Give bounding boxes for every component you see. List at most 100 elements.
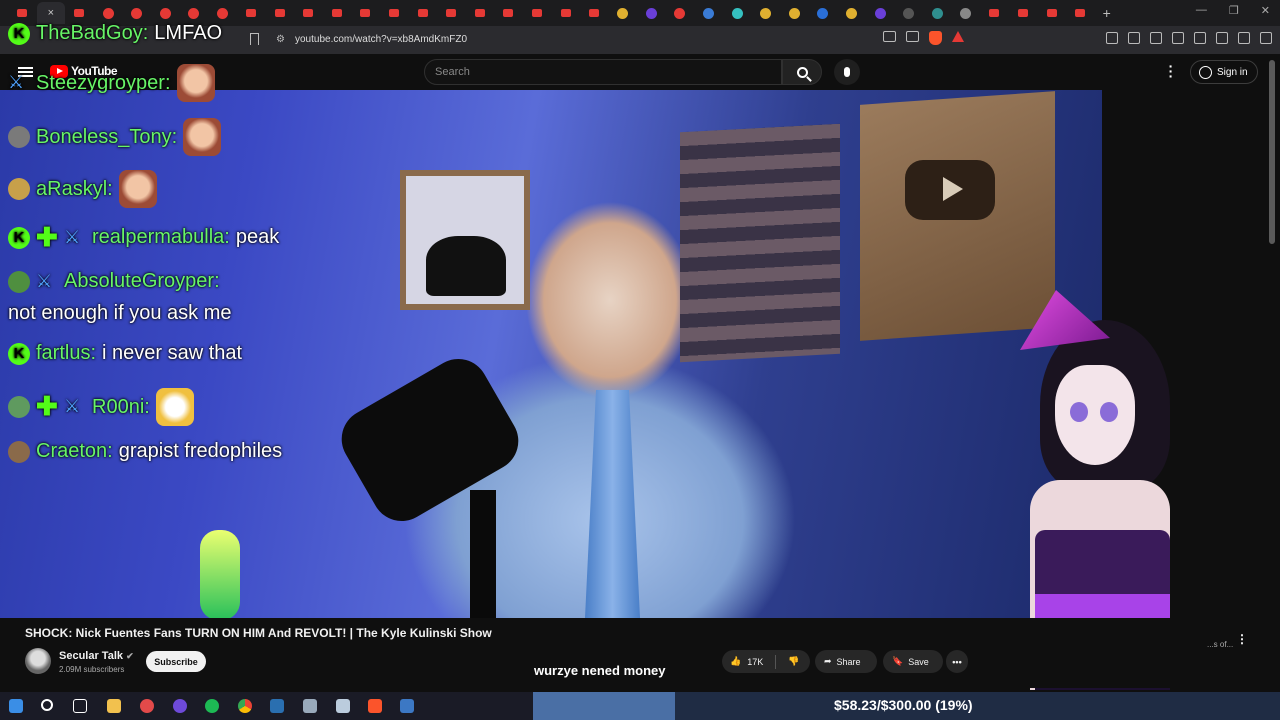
browser-tab[interactable] <box>265 2 294 24</box>
related-video-snippet[interactable]: ...s of... <box>1207 640 1233 649</box>
close-tab-icon[interactable]: × <box>48 7 54 19</box>
browser-tab[interactable] <box>323 2 352 24</box>
steam-icon[interactable] <box>270 699 284 713</box>
browser-tab[interactable] <box>380 2 409 24</box>
site-info-icon[interactable]: ⚙ <box>276 34 285 45</box>
browser-tab[interactable] <box>122 2 151 24</box>
browser-tab[interactable] <box>1037 2 1066 24</box>
spotify-icon[interactable] <box>205 699 219 713</box>
browser-tab[interactable] <box>1009 2 1038 24</box>
file-explorer-icon[interactable] <box>107 699 121 713</box>
browser-tab[interactable] <box>351 2 380 24</box>
brave-shields-icon[interactable] <box>929 31 942 45</box>
browser-tab[interactable] <box>837 2 866 24</box>
brave-icon[interactable] <box>368 699 382 713</box>
bookmark-icon[interactable] <box>250 33 259 45</box>
app-icon[interactable] <box>336 699 350 713</box>
discord-icon[interactable] <box>173 699 187 713</box>
browser-tab[interactable] <box>8 2 37 24</box>
browser-tab[interactable] <box>466 2 495 24</box>
related-video-menu-icon[interactable]: ⋮ <box>1236 632 1248 646</box>
browser-tab[interactable] <box>580 2 609 24</box>
url-field[interactable]: youtube.com/watch?v=xb8AmdKmFZ0 <box>295 34 467 45</box>
chat-message: ✚ ⚔ R00ni: <box>8 388 194 426</box>
settings-menu-icon[interactable]: · · · <box>1168 59 1174 83</box>
channel-avatar[interactable] <box>25 648 51 674</box>
browser-tab[interactable] <box>437 2 466 24</box>
close-window-icon[interactable]: ✕ <box>1261 4 1270 17</box>
app-icon[interactable] <box>303 699 317 713</box>
voice-search-button[interactable] <box>834 59 860 85</box>
sidebar-icon[interactable] <box>1172 32 1184 44</box>
search-icon[interactable] <box>41 699 53 711</box>
browser-tab[interactable] <box>551 2 580 24</box>
browser-tab[interactable] <box>94 2 123 24</box>
browser-tab[interactable] <box>980 2 1009 24</box>
chat-username: Craeton: <box>36 440 113 462</box>
browser-tab-active[interactable]: × <box>36 2 66 24</box>
page-scrollbar[interactable] <box>1269 60 1275 244</box>
browser-tab[interactable] <box>694 2 723 24</box>
youtube-favicon-icon <box>503 9 514 17</box>
leo-icon[interactable] <box>1216 32 1228 44</box>
channel-name[interactable]: Secular Talk ✔ <box>59 650 134 662</box>
extensions-icon[interactable] <box>1106 32 1118 44</box>
youtube-favicon-icon <box>246 9 257 17</box>
chrome-icon[interactable] <box>238 699 252 713</box>
browser-tab[interactable] <box>952 2 981 24</box>
tab-search-icon[interactable] <box>1194 32 1206 44</box>
microphone-stand <box>470 490 496 618</box>
browser-tab[interactable] <box>151 2 180 24</box>
browser-tab[interactable] <box>208 2 237 24</box>
minimize-icon[interactable]: — <box>1196 4 1207 17</box>
browser-tab[interactable] <box>780 2 809 24</box>
windows-start-icon[interactable] <box>9 699 23 713</box>
screen-cast-icon[interactable] <box>883 31 896 42</box>
obs-icon[interactable] <box>140 699 154 713</box>
kick-badge-icon: K <box>8 226 30 249</box>
maximize-icon[interactable]: ❐ <box>1229 4 1239 17</box>
browser-tab[interactable] <box>237 2 266 24</box>
browser-tab[interactable] <box>809 2 838 24</box>
browser-tab[interactable] <box>408 2 437 24</box>
browser-tab[interactable] <box>180 2 209 24</box>
browser-tab[interactable] <box>923 2 952 24</box>
favicon-icon <box>903 7 915 19</box>
browser-tab[interactable] <box>608 2 637 24</box>
sign-in-button[interactable]: Sign in <box>1190 60 1258 84</box>
new-tab-button[interactable]: + <box>1103 5 1111 21</box>
share-button[interactable]: ➦ Share <box>815 650 877 673</box>
menu-icon[interactable] <box>1260 32 1272 44</box>
youtube-favicon-icon <box>989 9 1000 17</box>
chat-message: ⚔ AbsoluteGroyper: <box>8 270 220 293</box>
vpn-icon[interactable] <box>1238 32 1250 44</box>
share-page-icon[interactable] <box>906 31 919 42</box>
browser-tab[interactable] <box>894 2 923 24</box>
brave-rewards-icon[interactable] <box>952 31 964 42</box>
browser-tab[interactable] <box>523 2 552 24</box>
browser-tab[interactable] <box>65 2 94 24</box>
address-actions <box>883 31 964 45</box>
like-count[interactable]: 17K <box>747 657 763 667</box>
more-actions-button[interactable]: ••• <box>946 650 968 673</box>
browser-tab[interactable] <box>294 2 323 24</box>
browser-tab[interactable] <box>494 2 523 24</box>
browser-tab[interactable] <box>1066 2 1095 24</box>
media-icon[interactable] <box>1150 32 1162 44</box>
task-view-icon[interactable] <box>73 699 87 713</box>
save-button[interactable]: 🔖 Save <box>883 650 943 673</box>
browser-tab[interactable] <box>751 2 780 24</box>
youtube-favicon-icon <box>446 9 457 17</box>
thumbs-up-icon[interactable]: 👍 <box>730 656 741 667</box>
browser-tab[interactable] <box>666 2 695 24</box>
vscode-icon[interactable] <box>400 699 414 713</box>
search-input[interactable]: Search <box>424 59 782 85</box>
wallet-icon[interactable] <box>1128 32 1140 44</box>
thumbs-down-icon[interactable]: 👎 <box>788 656 799 667</box>
browser-tab[interactable] <box>866 2 895 24</box>
subscribe-button[interactable]: Subscribe <box>146 651 206 672</box>
search-button[interactable] <box>782 59 822 85</box>
chat-text: not enough if you ask me <box>8 302 232 324</box>
browser-tab[interactable] <box>637 2 666 24</box>
browser-tab[interactable] <box>723 2 752 24</box>
